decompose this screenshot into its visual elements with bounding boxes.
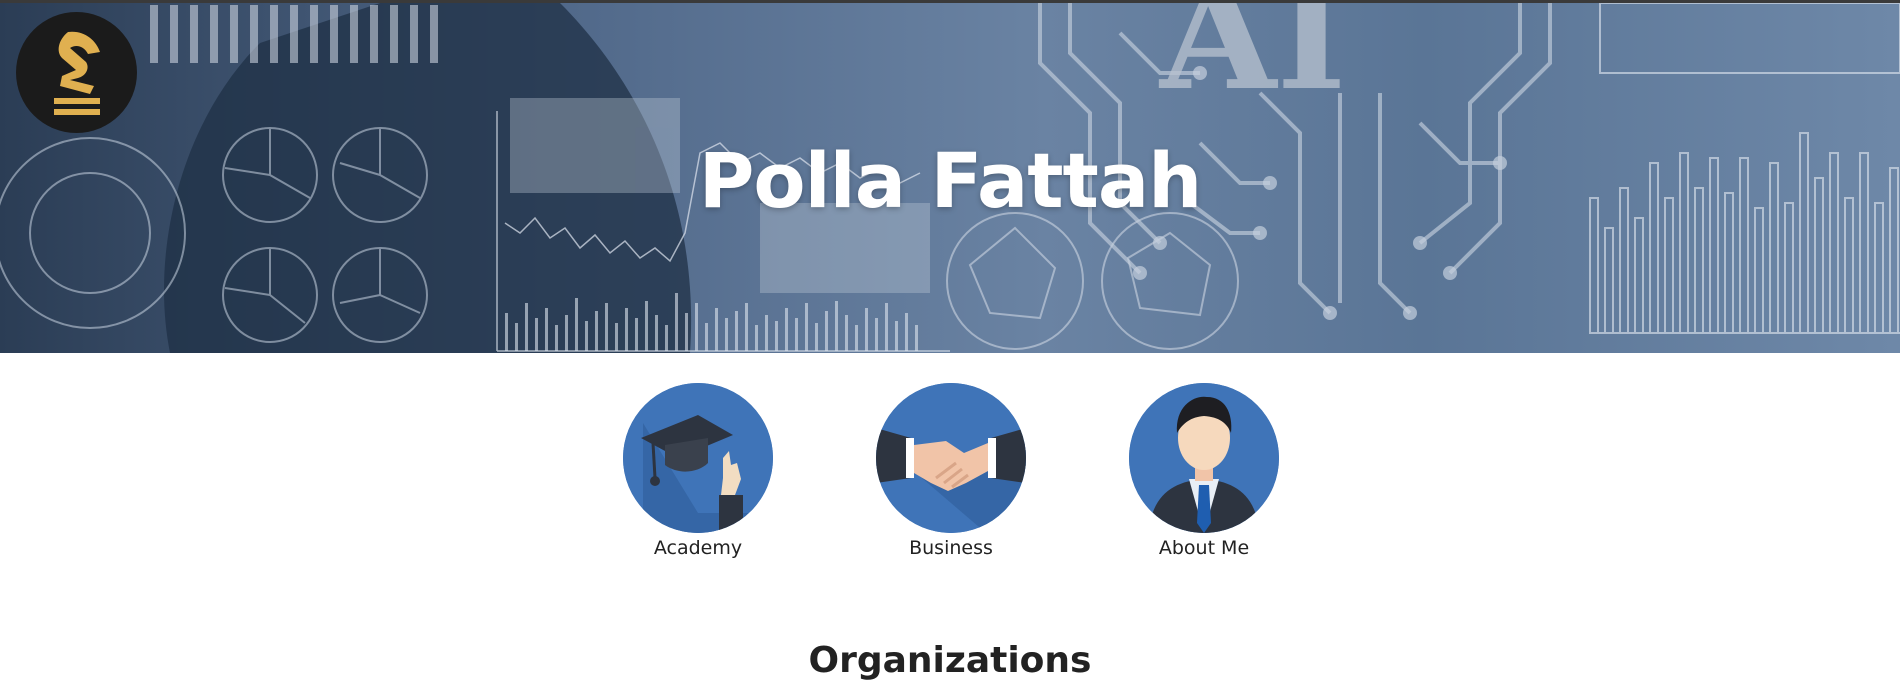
about-me-circle <box>1129 383 1279 533</box>
handshake-icon <box>876 383 1026 533</box>
academy-circle <box>623 383 773 533</box>
academy-label: Academy <box>653 537 743 559</box>
academy-card[interactable]: Academy <box>618 383 778 559</box>
chess-knight-logo-icon <box>54 31 100 115</box>
about-me-label: About Me <box>1158 537 1250 559</box>
site-logo[interactable] <box>16 12 137 133</box>
business-circle <box>876 383 1026 533</box>
organizations-heading: Organizations <box>808 640 1092 681</box>
business-label: Business <box>909 537 993 559</box>
business-card[interactable]: Business <box>871 383 1031 559</box>
svg-text:AI: AI <box>1158 3 1347 124</box>
category-cards: Academy Business About Me <box>0 383 1900 563</box>
page-title: Polla Fattah <box>698 136 1203 225</box>
graduation-cap-icon <box>623 383 773 533</box>
hero-banner: AI Polla Fattah <box>0 3 1900 353</box>
about-me-card[interactable]: About Me <box>1124 383 1284 559</box>
businessman-avatar-icon <box>1129 383 1279 533</box>
